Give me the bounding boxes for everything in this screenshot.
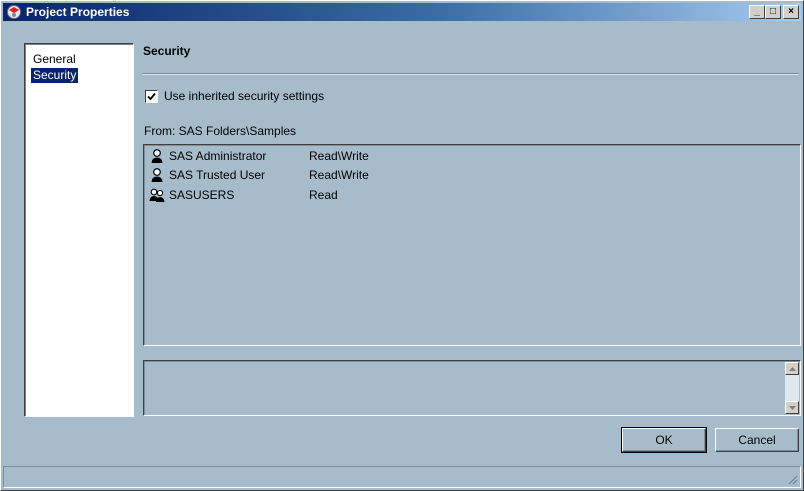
title-bar[interactable]: Project Properties _ □ × — [3, 3, 801, 21]
close-button[interactable]: × — [783, 5, 799, 19]
properties-nav-list: General Security — [24, 43, 134, 417]
scroll-down-button[interactable] — [785, 401, 799, 414]
user-icon — [149, 167, 165, 183]
inherited-from-label: From: SAS Folders\Samples — [144, 124, 297, 138]
list-item[interactable]: SAS Trusted User Read\Write — [149, 167, 449, 183]
group-name: SASUSERS — [169, 188, 235, 202]
maximize-icon: □ — [769, 6, 777, 17]
resize-grip-icon[interactable] — [786, 473, 798, 485]
inherit-security-label: Use inherited security settings — [164, 89, 325, 103]
inherit-security-checkbox[interactable] — [145, 89, 158, 103]
window-title: Project Properties — [26, 5, 130, 19]
description-textarea[interactable] — [143, 360, 801, 416]
scroll-down-icon — [788, 405, 796, 410]
list-item[interactable]: SASUSERS Read — [149, 187, 449, 203]
user-name: SAS Administrator — [169, 149, 267, 163]
cancel-button[interactable]: Cancel — [715, 428, 799, 452]
app-icon — [6, 4, 22, 20]
scroll-up-button[interactable] — [785, 362, 799, 375]
section-divider — [143, 73, 799, 75]
permissions-list[interactable]: SAS Administrator Read\Write SAS Trusted… — [143, 144, 801, 346]
nav-item-general[interactable]: General — [31, 52, 78, 67]
group-icon — [149, 187, 165, 203]
window-controls: _ □ × — [749, 5, 799, 19]
project-properties-dialog: Project Properties _ □ × General Securit… — [0, 0, 804, 491]
minimize-icon: _ — [754, 6, 760, 17]
user-permission: Read\Write — [309, 149, 369, 163]
nav-item-security[interactable]: Security — [31, 68, 79, 83]
status-bar — [3, 466, 801, 488]
inherit-security-option[interactable]: Use inherited security settings — [145, 89, 324, 103]
checkmark-icon — [147, 92, 156, 100]
section-title: Security — [143, 44, 191, 58]
vertical-scrollbar[interactable] — [785, 362, 799, 414]
group-permission: Read — [309, 188, 338, 202]
maximize-button[interactable]: □ — [765, 5, 781, 19]
minimize-button[interactable]: _ — [749, 5, 765, 19]
list-item[interactable]: SAS Administrator Read\Write — [149, 148, 449, 164]
ok-button[interactable]: OK — [621, 427, 707, 453]
close-icon: × — [788, 6, 794, 17]
user-icon — [149, 148, 165, 164]
scroll-up-icon — [788, 366, 796, 371]
user-name: SAS Trusted User — [169, 168, 266, 182]
user-permission: Read\Write — [309, 168, 369, 182]
